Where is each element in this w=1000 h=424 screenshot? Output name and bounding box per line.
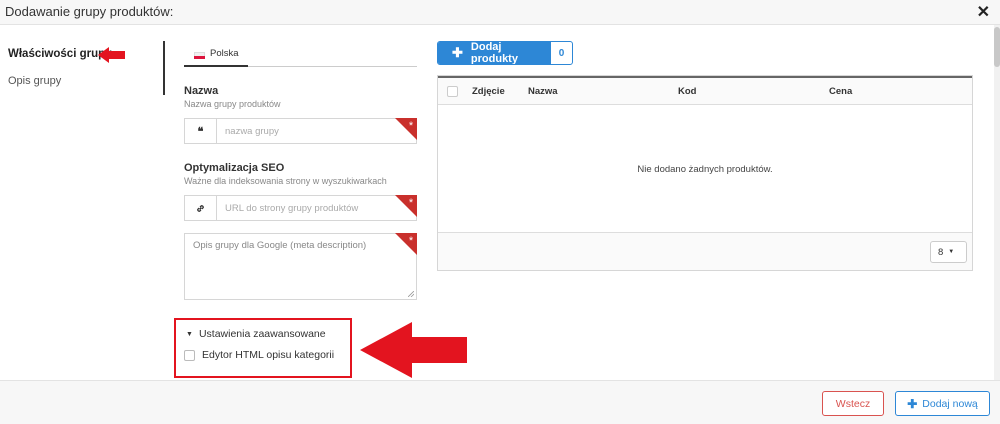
required-marker-icon: * (395, 195, 417, 217)
annotation-arrow-left-big (360, 322, 467, 378)
required-marker-icon: * (395, 233, 417, 255)
add-products-label: Dodaj produkty (470, 41, 518, 65)
nav-item-group-properties[interactable]: Właściwości grupy (8, 48, 112, 60)
html-editor-checkbox[interactable] (184, 350, 195, 361)
link-icon (185, 196, 217, 220)
scrollbar-thumb[interactable] (994, 27, 1000, 67)
column-header-image[interactable]: Zdjęcie (472, 86, 505, 97)
html-editor-label: Edytor HTML opisu kategorii (202, 349, 335, 361)
quote-icon: ❝ (185, 119, 217, 143)
column-header-code[interactable]: Kod (678, 86, 696, 97)
resize-grip-icon[interactable] (408, 291, 414, 297)
name-field-help: Nazwa grupy produktów (184, 99, 281, 109)
column-header-name[interactable]: Nazwa (528, 86, 558, 97)
select-all-checkbox[interactable] (447, 86, 458, 97)
back-button[interactable]: Wstecz (822, 391, 884, 416)
svg-text:*: * (409, 120, 414, 132)
back-button-label: Wstecz (835, 397, 871, 410)
products-table-footer: 8 ▼ (438, 232, 972, 270)
url-input-group: * (184, 195, 417, 221)
poland-flag-icon (194, 52, 205, 59)
caret-down-icon: ▼ (186, 331, 193, 338)
nav-item-group-description[interactable]: Opis grupy (8, 75, 61, 87)
page-size-value: 8 (938, 246, 944, 258)
svg-text:*: * (409, 235, 414, 247)
modal-footer: Wstecz ✚ Dodaj nową (0, 380, 1000, 424)
annotation-arrow-left-small (98, 47, 125, 63)
advanced-settings-label: Ustawienia zaawansowane (198, 328, 326, 340)
add-product-group-modal: Dodawanie grupy produktów: ✕ Właściwości… (0, 0, 1000, 424)
annotation-highlight-box (174, 318, 352, 378)
language-tabs: Polska (184, 40, 417, 67)
products-table: Zdjęcie Nazwa Kod Cena Nie dodano żadnyc… (437, 75, 973, 271)
group-name-input[interactable] (225, 123, 375, 139)
svg-text:*: * (409, 197, 414, 209)
page-size-select[interactable]: 8 ▼ (930, 241, 967, 263)
add-new-button[interactable]: ✚ Dodaj nową (895, 391, 990, 416)
scrollbar-track[interactable] (994, 25, 1000, 380)
column-header-price[interactable]: Cena (829, 86, 852, 97)
empty-table-message: Nie dodano żadnych produktów. (637, 164, 773, 175)
nav-active-indicator (163, 41, 165, 95)
products-table-header: Zdjęcie Nazwa Kod Cena (438, 76, 972, 105)
close-icon[interactable]: ✕ (977, 2, 990, 22)
plus-icon: ✚ (907, 396, 918, 411)
meta-description-box: * (184, 233, 417, 300)
modal-title: Dodawanie grupy produktów: (5, 4, 174, 19)
meta-description-textarea[interactable] (193, 240, 393, 290)
name-input-group: ❝ * (184, 118, 417, 144)
seo-section-label: Optymalizacja SEO (184, 162, 285, 174)
add-products-button[interactable]: ✚ Dodaj produkty 0 (437, 41, 573, 65)
products-count-badge: 0 (558, 47, 565, 59)
caret-down-icon: ▼ (948, 249, 955, 255)
advanced-settings-toggle[interactable]: ▼ Ustawienia zaawansowane (186, 328, 326, 340)
plus-icon: ✚ (452, 45, 463, 60)
add-new-button-label: Dodaj nową (922, 397, 978, 410)
tab-polska[interactable]: Polska (184, 40, 248, 67)
modal-header: Dodawanie grupy produktów: ✕ (0, 0, 1000, 25)
seo-section-help: Ważne dla indeksowania strony w wyszukiw… (184, 176, 387, 186)
required-marker-icon: * (395, 118, 417, 140)
group-url-input[interactable] (225, 200, 375, 216)
name-field-label: Nazwa (184, 85, 219, 97)
tab-polska-label: Polska (210, 48, 239, 59)
